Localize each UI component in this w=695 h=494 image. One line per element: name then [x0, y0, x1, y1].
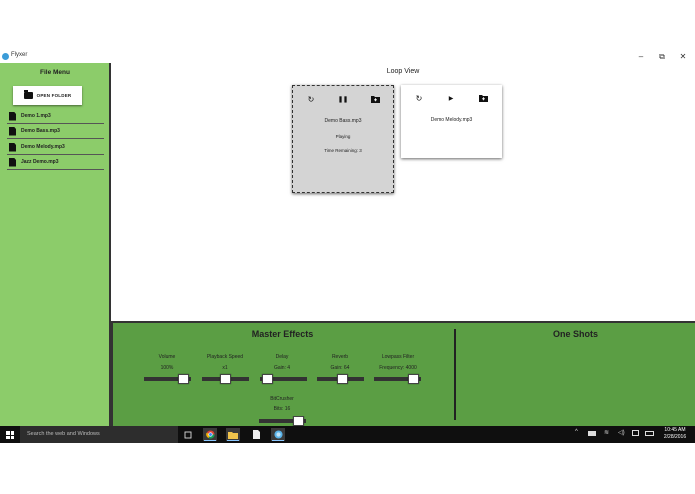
chrome-icon[interactable] [203, 428, 217, 441]
file-item-label: Demo Melody.mp3 [21, 144, 65, 150]
play-icon[interactable]: ▶ [446, 94, 456, 104]
one-shots-title: One Shots [552, 329, 598, 339]
show-hidden-icons[interactable]: ^ [575, 429, 578, 435]
lowpass-filter-value: Frequency: 4000 [379, 365, 417, 371]
delay-label: Delay [275, 354, 289, 360]
playback-speed-label: Playback Speed [206, 354, 244, 360]
file-menu-title: File Menu [40, 69, 70, 76]
loop-view-title: Loop View [386, 68, 420, 75]
bitcrusher-label: BitCrusher [270, 396, 294, 402]
reverb-slider[interactable] [317, 374, 364, 384]
wifi-icon[interactable]: ≋ [604, 429, 609, 436]
lowpass-filter-label: Lowpass Filter [381, 354, 415, 360]
clock-date: 2/28/2016 [663, 434, 687, 440]
title-bar [0, 50, 695, 63]
playback-speed-slider[interactable] [202, 374, 249, 384]
folder-icon [23, 90, 33, 99]
delay-slider[interactable] [260, 374, 307, 384]
flyxer-app-icon[interactable] [271, 428, 285, 441]
bitcrusher-value: Bits: 16 [273, 406, 291, 412]
add-folder-icon[interactable] [478, 94, 488, 104]
minimize-button[interactable]: – [633, 51, 649, 62]
open-folder-button[interactable]: OPEN FOLDER [13, 86, 82, 105]
volume-value: 100% [160, 365, 174, 371]
windows-start-icon[interactable] [6, 431, 14, 439]
file-icon [9, 157, 16, 167]
loop-card-name: Demo Melody.mp3 [430, 117, 473, 123]
close-button[interactable]: ✕ [675, 51, 691, 62]
bitcrusher-slider[interactable] [259, 416, 306, 426]
restore-button[interactable]: ⧉ [654, 51, 670, 62]
file-item[interactable]: Jazz Demo.mp3 [7, 155, 104, 170]
volume-icon[interactable]: ◁) [618, 429, 625, 436]
loop-card-time-remaining: Time Remaining: 3 [324, 148, 362, 153]
add-folder-icon[interactable] [370, 95, 380, 105]
lowpass-filter-slider[interactable] [374, 374, 421, 384]
loop-card-demo-melody[interactable]: ↻ ▶ Demo Melody.mp3 [401, 85, 502, 158]
delay-value: Gain: 4 [273, 365, 291, 371]
file-icon [9, 142, 16, 152]
reverb-value: Gain: 64 [330, 365, 350, 371]
file-item[interactable]: Demo Melody.mp3 [7, 140, 104, 155]
clock-time: 10:45 AM [664, 427, 686, 433]
file-item-label: Jazz Demo.mp3 [21, 159, 59, 165]
pause-icon[interactable]: ❚❚ [338, 95, 348, 105]
taskbar-clock[interactable]: 10:45 AM 2/28/2016 [655, 427, 695, 441]
loop-card-demo-bass[interactable]: ↻ ❚❚ Demo Bass.mp3 Playing Time Remainin… [292, 85, 394, 193]
notifications-icon[interactable] [632, 430, 639, 436]
app-icon [2, 53, 9, 60]
keyboard-icon[interactable] [645, 431, 654, 436]
panel-divider [454, 329, 456, 420]
tray-app-icon[interactable] [588, 431, 596, 436]
file-item[interactable]: Demo 1.mp3 [7, 109, 104, 124]
file-item-label: Demo Bass.mp3 [21, 128, 60, 134]
file-item[interactable]: Demo Bass.mp3 [7, 124, 104, 139]
volume-label: Volume [158, 354, 176, 360]
reverb-label: Reverb [331, 354, 349, 360]
file-icon [9, 111, 16, 121]
document-icon[interactable] [249, 428, 263, 441]
task-view-icon[interactable] [181, 428, 195, 441]
playback-speed-value: x1 [222, 365, 228, 371]
master-effects-title: Master Effects [251, 329, 314, 339]
loop-card-status: Playing [335, 134, 351, 139]
loop-card-name: Demo Bass.mp3 [324, 118, 362, 124]
file-explorer-icon[interactable] [226, 428, 240, 441]
taskbar-search-input[interactable]: Search the web and Windows [20, 426, 178, 443]
file-icon [9, 126, 16, 136]
volume-slider[interactable] [144, 374, 191, 384]
loop-icon[interactable]: ↻ [306, 95, 316, 105]
file-item-label: Demo 1.mp3 [21, 113, 51, 119]
open-folder-label: OPEN FOLDER [36, 93, 72, 98]
loop-icon[interactable]: ↻ [414, 94, 424, 104]
window-title: Flyxer [11, 52, 28, 58]
